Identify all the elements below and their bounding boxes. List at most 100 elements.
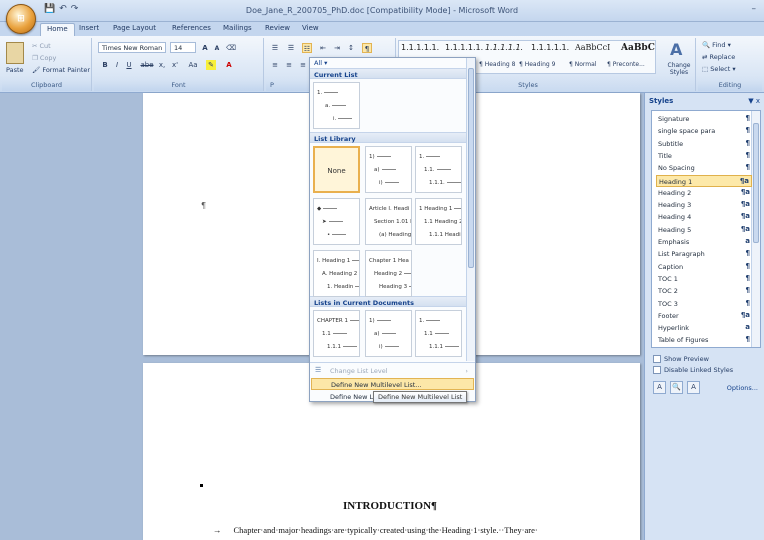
filter-all-dropdown[interactable]: All ▾ (314, 59, 327, 67)
change-styles-icon[interactable]: A (670, 40, 682, 59)
italic-button[interactable]: I (112, 60, 122, 70)
style-item[interactable]: Signature ¶ (656, 113, 752, 125)
document-paragraph[interactable]: → Chapter·and·major·headings·are·typicall… (213, 525, 538, 535)
style-item[interactable]: Heading 2 ¶a (656, 187, 752, 199)
tab-review[interactable]: Review (265, 24, 290, 32)
style-item[interactable]: TOC 2 ¶ (656, 285, 752, 297)
paste-icon[interactable] (6, 42, 24, 64)
font-name-combo[interactable]: Times New Roman (98, 42, 166, 53)
change-case-button[interactable]: Aa (186, 60, 200, 70)
style-item[interactable]: List Paragraph ¶ (656, 248, 752, 260)
document-heading[interactable]: INTRODUCTION¶ (343, 500, 437, 512)
tab-insert[interactable]: Insert (79, 24, 99, 32)
new-style-button[interactable]: A (653, 381, 666, 394)
thumb-level-3: 1.1.1. (429, 180, 461, 186)
dropdown-scroll-thumb[interactable] (468, 68, 474, 268)
style-type-icon: ¶ (745, 126, 750, 135)
tab-home[interactable]: Home (40, 23, 75, 36)
list-style-heading-numbered[interactable]: 1 Heading 1 1.1 Heading 2 1.1.1 Heading (415, 198, 462, 245)
style-item[interactable]: Subtitle ¶ (656, 138, 752, 150)
bullets-icon[interactable]: ☰ (270, 43, 280, 53)
style-item[interactable]: Caption ¶ (656, 261, 752, 273)
superscript-button[interactable]: x' (170, 60, 180, 70)
list-style-outline-roman[interactable]: I. Heading 1 A. Heading 2 1. Headin (313, 250, 360, 297)
list-style-bullets[interactable]: ◆ ➤ • (313, 198, 360, 245)
change-styles-button[interactable]: Change Styles (663, 62, 695, 76)
document-list-3[interactable]: 1. 1.1 1.1.1 (415, 310, 462, 357)
show-marks-icon[interactable]: ¶ (362, 43, 372, 53)
change-list-level-item[interactable]: ☰ Change List Level › (311, 365, 474, 377)
copy-button[interactable]: ❐ Copy (32, 54, 56, 62)
align-right-icon[interactable]: ≡ (298, 60, 308, 70)
list-none-option[interactable]: None (313, 146, 360, 193)
select-button[interactable]: ⬚ Select ▾ (702, 65, 736, 73)
list-library-header: List Library (310, 132, 467, 143)
thumb-level-1: 1) (369, 318, 391, 324)
dropdown-scrollbar[interactable] (466, 58, 475, 361)
style-item[interactable]: TOC 1 ¶ (656, 273, 752, 285)
tab-references[interactable]: References (172, 24, 211, 32)
styles-pane-title: Styles (649, 97, 674, 105)
replace-button[interactable]: ⇄ Replace (702, 53, 735, 61)
tab-page-layout[interactable]: Page Layout (113, 24, 156, 32)
sort-icon[interactable]: ↕ (346, 43, 356, 53)
format-painter-button[interactable]: 🖌 Format Painter (32, 66, 90, 74)
clear-format-icon[interactable]: ⌫ (226, 43, 236, 53)
style-item[interactable]: Heading 4 ¶a (656, 211, 752, 223)
align-center-icon[interactable]: ≡ (284, 60, 294, 70)
highlight-icon[interactable]: ✎ (206, 60, 216, 70)
multilevel-list-icon[interactable]: ☷ (302, 43, 312, 53)
minimize-button[interactable]: – (752, 4, 757, 14)
style-item[interactable]: Footer ¶a (656, 310, 752, 322)
bold-button[interactable]: B (100, 60, 110, 70)
style-item[interactable]: Heading 5 ¶a (656, 224, 752, 236)
style-item-name: TOC 3 (658, 299, 678, 308)
style-inspector-button[interactable]: 🔍 (670, 381, 683, 394)
align-left-icon[interactable]: ≡ (270, 60, 280, 70)
style-item[interactable]: Hyperlink a (656, 322, 752, 334)
decrease-indent-icon[interactable]: ⇤ (318, 43, 328, 53)
styles-list-scrollbar[interactable] (751, 111, 760, 347)
style-item[interactable]: Heading 1 ¶a (656, 174, 752, 187)
paste-button[interactable]: Paste (6, 66, 24, 74)
style-item[interactable]: No Spacing ¶ (656, 162, 752, 174)
underline-button[interactable]: U (124, 60, 134, 70)
list-style-chapter[interactable]: Chapter 1 Hea Heading 2 Heading 3 (365, 250, 412, 297)
style-item[interactable]: Emphasis a (656, 236, 752, 248)
manage-styles-button[interactable]: A (687, 381, 700, 394)
style-item[interactable]: Title ¶ (656, 150, 752, 162)
find-button[interactable]: 🔍 Find ▾ (702, 41, 731, 49)
document-list-1[interactable]: CHAPTER 1 1.1 1.1.1 (313, 310, 360, 357)
font-color-icon[interactable]: A (224, 60, 234, 70)
tab-view[interactable]: View (302, 24, 319, 32)
styles-options-link[interactable]: Options... (727, 384, 758, 392)
styles-list-scroll-thumb[interactable] (753, 123, 759, 243)
current-list-thumbnail[interactable]: 1. a. i. (313, 82, 360, 129)
thumb-level-1: ◆ (317, 206, 337, 212)
tab-mailings[interactable]: Mailings (223, 24, 252, 32)
increase-indent-icon[interactable]: ⇥ (332, 43, 342, 53)
style-item[interactable]: Heading 3 ¶a (656, 199, 752, 211)
style-item[interactable]: single space para ¶ (656, 125, 752, 137)
ribbon-tabs: Home Insert Page Layout References Maili… (0, 22, 764, 36)
styles-list[interactable]: Signature ¶ single space para ¶ Subtitle ¶ Tit… (651, 110, 761, 348)
styles-pane-close-button[interactable]: ▼ x (748, 97, 760, 105)
define-multilevel-list-item[interactable]: Define New Multilevel List... (311, 378, 474, 390)
list-style-article-section[interactable]: Article I. Headi Section 1.01 F (a) Headin… (365, 198, 412, 245)
show-preview-checkbox[interactable]: Show Preview (653, 355, 709, 363)
cut-button[interactable]: ✂ Cut (32, 42, 51, 50)
style-item[interactable]: Table of Figures ¶ (656, 334, 752, 346)
strikethrough-button[interactable]: abe (140, 60, 154, 70)
document-list-2[interactable]: 1) a) i) (365, 310, 412, 357)
numbering-icon[interactable]: ☰ (286, 43, 296, 53)
list-style-numbered-paren[interactable]: 1) a) i) (365, 146, 412, 193)
list-style-numbered-decimal[interactable]: 1. 1.1. 1.1.1. (415, 146, 462, 193)
grow-font-button[interactable]: A (200, 43, 210, 53)
font-size-combo[interactable]: 14 (170, 42, 196, 53)
style-type-icon: ¶ (745, 249, 750, 258)
style-item[interactable]: TOC 3 ¶ (656, 298, 752, 310)
office-button[interactable]: ⊞ (6, 4, 36, 34)
shrink-font-button[interactable]: A (212, 44, 222, 54)
disable-linked-styles-checkbox[interactable]: Disable Linked Styles (653, 366, 733, 374)
subscript-button[interactable]: x, (157, 60, 167, 70)
